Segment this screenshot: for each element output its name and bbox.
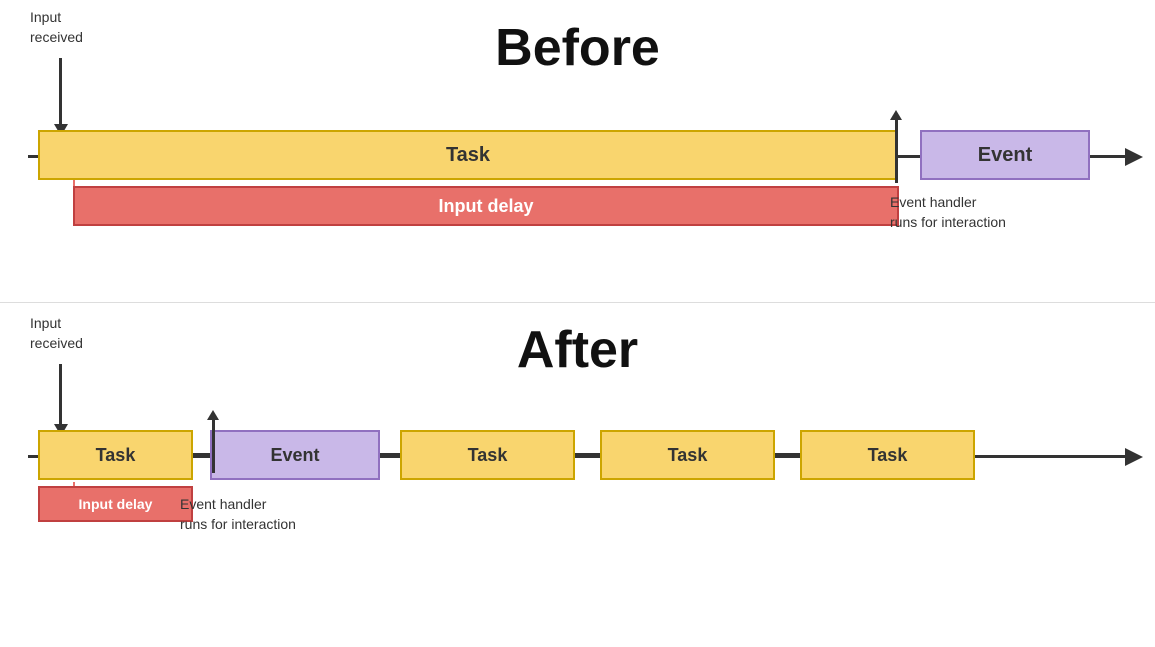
diagram-container: Before Inputreceived Task Event Input de… bbox=[0, 0, 1155, 647]
before-event-handler-label: Event handlerruns for interaction bbox=[890, 193, 1006, 232]
after-section: After Inputreceived Task Event Task Task bbox=[0, 310, 1155, 647]
section-divider bbox=[0, 302, 1155, 303]
connector-1 bbox=[193, 453, 210, 456]
before-input-delay-bar: Input delay bbox=[73, 186, 899, 226]
after-input-arrow-down-icon bbox=[59, 364, 62, 426]
after-input-received-label: Inputreceived bbox=[30, 314, 83, 353]
before-title: Before bbox=[0, 18, 1155, 78]
after-input-delay-bar: Input delay bbox=[38, 486, 193, 522]
after-event-handler-label: Event handlerruns for interaction bbox=[180, 495, 296, 534]
after-arrow-right-icon bbox=[1125, 448, 1143, 466]
connector-3 bbox=[575, 453, 600, 456]
before-input-received-label: Inputreceived bbox=[30, 8, 83, 47]
after-event-arrow-up-icon bbox=[212, 418, 215, 473]
before-input-arrow-down-icon bbox=[59, 58, 62, 126]
after-task-bar-2: Task bbox=[400, 430, 575, 480]
after-task-bar-4: Task bbox=[800, 430, 975, 480]
after-event-bar: Event bbox=[210, 430, 380, 480]
before-task-bar: Task bbox=[38, 130, 898, 180]
connector-2 bbox=[380, 453, 400, 456]
before-section: Before Inputreceived Task Event Input de… bbox=[0, 0, 1155, 300]
before-event-bar: Event bbox=[920, 130, 1090, 180]
connector-4 bbox=[775, 453, 800, 456]
after-title: After bbox=[0, 320, 1155, 380]
before-arrow-right-icon bbox=[1125, 148, 1143, 166]
after-task-bar-3: Task bbox=[600, 430, 775, 480]
after-task-bar-1: Task bbox=[38, 430, 193, 480]
before-event-arrow-up-icon bbox=[895, 118, 898, 183]
